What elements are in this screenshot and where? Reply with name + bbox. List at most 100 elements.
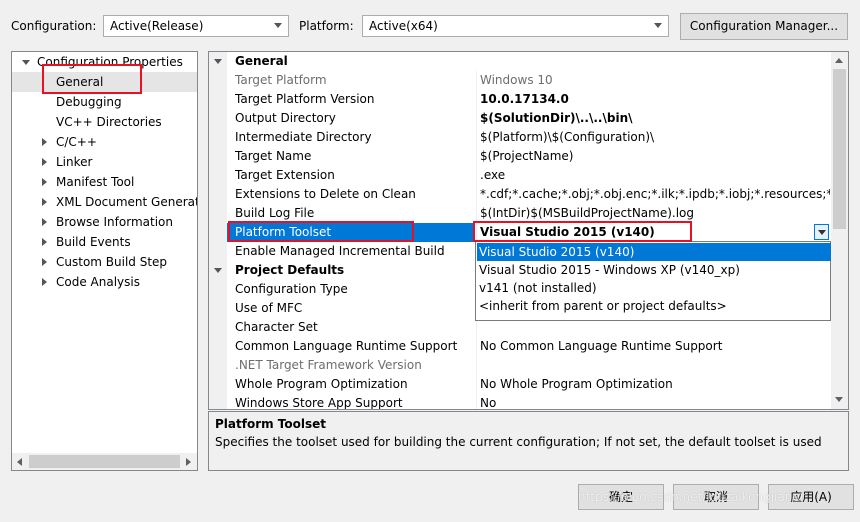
property-row[interactable]: Windows Store App Support No (209, 394, 831, 410)
collapsed-arrow-icon (42, 138, 47, 146)
tree-item-label: VC++ Directories (56, 115, 162, 129)
property-value: No (480, 396, 497, 410)
description-title: Platform Toolset (215, 417, 327, 431)
collapsed-arrow-icon (42, 178, 47, 186)
property-name: Output Directory (235, 111, 336, 125)
tree-item-vc-directories[interactable]: VC++ Directories (56, 112, 162, 132)
chevron-down-icon (274, 23, 282, 28)
section-title: Project Defaults (235, 263, 345, 277)
tree-item-manifest-tool[interactable]: Manifest Tool (12, 172, 197, 192)
collapsed-arrow-icon (42, 218, 47, 226)
property-name: Enable Managed Incremental Build (235, 244, 445, 258)
dropdown-option-selected[interactable]: Visual Studio 2015 (v140) (477, 243, 831, 261)
tree-item-label: XML Document Generator (56, 195, 197, 209)
tree-item-debugging[interactable]: Debugging (56, 92, 122, 112)
toolset-dropdown-button[interactable] (814, 224, 829, 240)
section-title: General (235, 54, 288, 68)
highlight-box-property-name (228, 221, 414, 242)
property-name: Target Platform (235, 73, 327, 87)
collapsed-arrow-icon (42, 278, 47, 286)
tree-item-xml-document-generator[interactable]: XML Document Generator (12, 192, 197, 212)
property-name: Common Language Runtime Support (235, 339, 458, 353)
property-value: *.cdf;*.cache;*.obj;*.obj.enc;*.ilk;*.ip… (480, 187, 830, 201)
platform-value: Active(x64) (369, 19, 438, 33)
property-value: $(ProjectName) (480, 149, 574, 163)
tree-item-build-events[interactable]: Build Events (12, 232, 197, 252)
property-row[interactable]: Target Platform Version 10.0.17134.0 (209, 90, 831, 109)
dropdown-option[interactable]: v141 (not installed) (477, 279, 831, 297)
tree-horizontal-scrollbar[interactable] (12, 453, 197, 470)
property-row[interactable]: Whole Program Optimization No Whole Prog… (209, 375, 831, 394)
property-tree: Configuration Properties General Debuggi… (11, 51, 198, 471)
tree-item-label: Code Analysis (56, 275, 140, 289)
property-name: Target Name (235, 149, 312, 163)
property-row[interactable]: Target Extension .exe (209, 166, 831, 185)
collapsed-arrow-icon (42, 158, 47, 166)
property-name: Intermediate Directory (235, 130, 372, 144)
property-value: Windows 10 (480, 73, 553, 87)
property-row[interactable]: Target Platform Windows 10 (209, 71, 831, 90)
tree-item-custom-build-step[interactable]: Custom Build Step (12, 252, 197, 272)
property-name: Extensions to Delete on Clean (235, 187, 416, 201)
tree-item-cpp[interactable]: C/C++ (12, 132, 197, 152)
scroll-right-icon[interactable] (186, 458, 191, 466)
configuration-value: Active(Release) (110, 19, 204, 33)
scroll-thumb[interactable] (833, 69, 846, 229)
highlight-box-general (42, 64, 142, 94)
tree-item-label: Browse Information (56, 215, 173, 229)
property-name: Target Platform Version (235, 92, 375, 106)
property-name: .NET Target Framework Version (235, 358, 422, 372)
section-header-general[interactable]: General (209, 52, 831, 71)
property-value: No Common Language Runtime Support (480, 339, 723, 353)
property-row[interactable]: .NET Target Framework Version (209, 356, 831, 375)
property-row[interactable]: Target Name $(ProjectName) (209, 147, 831, 166)
expanded-arrow-icon (22, 60, 30, 65)
tree-item-code-analysis[interactable]: Code Analysis (12, 272, 197, 292)
configuration-label: Configuration: (11, 19, 97, 33)
scroll-down-icon[interactable] (835, 397, 843, 402)
apply-button[interactable]: 应用(A) (768, 484, 854, 510)
tree-item-browse-information[interactable]: Browse Information (12, 212, 197, 232)
tree-item-label: Manifest Tool (56, 175, 135, 189)
platform-label: Platform: (299, 19, 354, 33)
dropdown-option[interactable]: <inherit from parent or project defaults… (477, 297, 831, 315)
description-text: Specifies the toolset used for building … (215, 435, 822, 449)
chevron-down-icon (818, 230, 826, 235)
description-pane: Platform Toolset Specifies the toolset u… (208, 411, 849, 471)
highlight-box-property-value (473, 221, 692, 242)
cancel-button[interactable]: 取消 (673, 484, 759, 510)
property-value: No Whole Program Optimization (480, 377, 673, 391)
tree-item-label: C/C++ (56, 135, 97, 149)
property-row[interactable]: Common Language Runtime Support No Commo… (209, 337, 831, 356)
chevron-down-icon (654, 23, 662, 28)
tree-item-label: Linker (56, 155, 93, 169)
property-value: .exe (480, 168, 506, 182)
collapsed-arrow-icon (42, 258, 47, 266)
tree-item-label: Custom Build Step (56, 255, 168, 269)
toolset-dropdown-list: Visual Studio 2015 (v140) Visual Studio … (475, 241, 831, 321)
collapsed-arrow-icon (42, 238, 47, 246)
scroll-thumb[interactable] (29, 455, 180, 468)
scroll-left-icon[interactable] (17, 458, 22, 466)
property-name: Target Extension (235, 168, 335, 182)
dropdown-option[interactable]: Visual Studio 2015 - Windows XP (v140_xp… (477, 261, 831, 279)
grid-vertical-scrollbar[interactable] (831, 52, 848, 409)
property-name: Windows Store App Support (235, 396, 403, 410)
property-value: $(SolutionDir)\..\..\bin\ (480, 111, 633, 125)
property-name: Character Set (235, 320, 318, 334)
property-row[interactable]: Intermediate Directory $(Platform)\$(Con… (209, 128, 831, 147)
property-name: Configuration Type (235, 282, 348, 296)
scroll-up-icon[interactable] (835, 58, 843, 63)
ok-button[interactable]: 确定 (578, 484, 664, 510)
configuration-select[interactable]: Active(Release) (103, 15, 289, 37)
property-row[interactable]: Output Directory $(SolutionDir)\..\..\bi… (209, 109, 831, 128)
tree-item-linker[interactable]: Linker (12, 152, 197, 172)
tree-item-label: Build Events (56, 235, 131, 249)
property-name: Use of MFC (235, 301, 303, 315)
property-name: Whole Program Optimization (235, 377, 408, 391)
property-row[interactable]: Extensions to Delete on Clean *.cdf;*.ca… (209, 185, 831, 204)
collapsed-arrow-icon (42, 198, 47, 206)
configuration-manager-button[interactable]: Configuration Manager... (680, 13, 848, 40)
expanded-arrow-icon (214, 268, 222, 273)
platform-select[interactable]: Active(x64) (362, 15, 669, 37)
